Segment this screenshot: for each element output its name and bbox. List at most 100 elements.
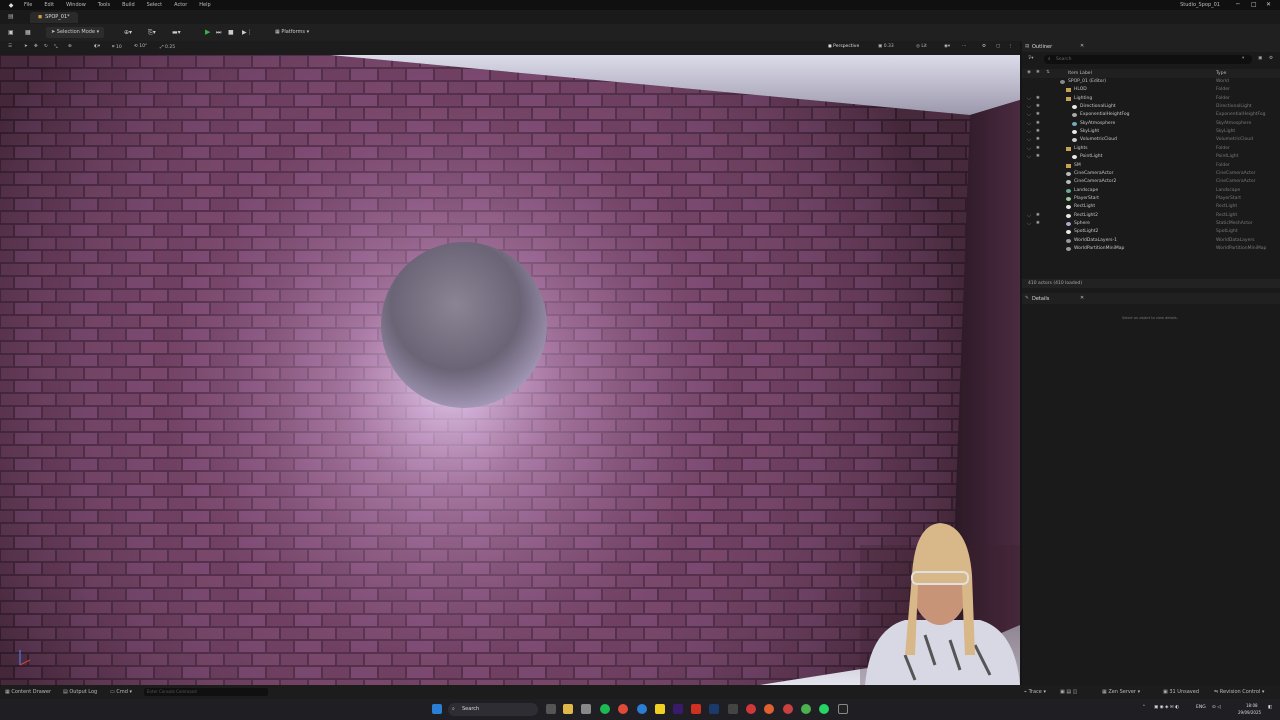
- unsaved-button[interactable]: ▣ 31 Unsaved: [1163, 689, 1199, 695]
- outliner-row[interactable]: WorldDataLayers-1 WorldDataLayers: [1022, 237, 1280, 245]
- whatsapp-icon[interactable]: [819, 704, 829, 714]
- move-tool-icon[interactable]: ✥: [34, 44, 38, 49]
- viewport-options-icon[interactable]: ⋮: [1008, 44, 1013, 49]
- settings-icon[interactable]: ⚙: [982, 44, 986, 49]
- rotate-tool-icon[interactable]: ↻: [44, 44, 48, 49]
- visibility-eye-icon[interactable]: ◡: [1027, 111, 1031, 119]
- camera-speed-button[interactable]: ▣ 0.33: [878, 44, 894, 49]
- app-icon-2[interactable]: [746, 704, 756, 714]
- visibility-eye-icon[interactable]: ◡: [1027, 153, 1031, 161]
- content-drawer-button[interactable]: ▦ Content Drawer: [5, 689, 51, 695]
- outliner-row[interactable]: SpotLight2 SpotLight: [1022, 228, 1280, 236]
- pin-icon[interactable]: ✱: [1036, 153, 1040, 161]
- menu-actor[interactable]: Actor: [174, 2, 187, 8]
- chrome-icon[interactable]: [618, 704, 628, 714]
- clock-date[interactable]: 29/09/2025: [1238, 710, 1261, 715]
- outliner-row[interactable]: CineCameraActor2 CineCameraActor: [1022, 178, 1280, 186]
- photoshop-icon[interactable]: [709, 704, 719, 714]
- pin-icon[interactable]: ✱: [1036, 103, 1040, 111]
- outliner-row[interactable]: ◡ ✱ ExponentialHeightFog ExponentialHeightF…: [1022, 111, 1280, 119]
- outliner-row[interactable]: ◡ ✱ Lights Folder: [1022, 145, 1280, 153]
- filter-icon[interactable]: ⊽▾: [1028, 56, 1034, 61]
- outliner-row[interactable]: ◡ ✱ Sphere StaticMeshActor: [1022, 220, 1280, 228]
- launch-icon[interactable]: ▶⋮: [242, 27, 253, 38]
- visibility-eye-icon[interactable]: ◡: [1027, 212, 1031, 220]
- outliner-row[interactable]: ◡ ✱ SkyLight SkyLight: [1022, 128, 1280, 136]
- app-icon-5[interactable]: [801, 704, 811, 714]
- save-icon[interactable]: ▣: [8, 27, 14, 38]
- outliner-row[interactable]: SM Folder: [1022, 162, 1280, 170]
- tab-level[interactable]: ◼ SPOP_01*: [30, 12, 78, 23]
- pin-icon[interactable]: ✱: [1036, 120, 1040, 128]
- menu-tools[interactable]: Tools: [98, 2, 110, 8]
- file-explorer-icon[interactable]: [563, 704, 573, 714]
- revision-control-button[interactable]: ⇋ Revision Control ▾: [1214, 689, 1264, 695]
- unreal-taskbar-icon[interactable]: [838, 704, 848, 714]
- cinematics-icon[interactable]: ▬▾: [172, 27, 181, 38]
- col-type[interactable]: Type: [1216, 71, 1226, 76]
- show-icon[interactable]: ◉▾: [944, 44, 950, 49]
- tools-icon[interactable]: [728, 704, 738, 714]
- close-window-icon[interactable]: ✕: [1266, 1, 1271, 8]
- sticky-notes-icon[interactable]: [655, 704, 665, 714]
- tray-overflow-icon[interactable]: ⌃: [1142, 705, 1146, 710]
- notifications-icon[interactable]: ◧: [1268, 705, 1272, 710]
- content-icon[interactable]: ▦: [25, 27, 31, 38]
- outliner-row[interactable]: PlayerStart PlayerStart: [1022, 195, 1280, 203]
- step-icon[interactable]: ⏭: [216, 27, 221, 38]
- surface-snap-icon[interactable]: ◐▾: [94, 44, 100, 49]
- pin-icon[interactable]: ✱: [1036, 136, 1040, 144]
- minimize-icon[interactable]: ─: [1236, 1, 1240, 8]
- menu-help[interactable]: Help: [199, 2, 210, 8]
- scale-snap-icon[interactable]: ⤢ 0.25: [160, 44, 175, 50]
- outliner-row[interactable]: ◡ ✱ DirectionalLight DirectionalLight: [1022, 103, 1280, 111]
- outliner-settings-icon[interactable]: ⚙: [1269, 56, 1273, 61]
- visibility-eye-icon[interactable]: ◡: [1027, 103, 1031, 111]
- visibility-column-icon[interactable]: ◉: [1027, 70, 1031, 75]
- maximize-icon[interactable]: □: [1251, 1, 1257, 8]
- menu-edit[interactable]: Edit: [44, 2, 54, 8]
- maximize-viewport-icon[interactable]: ▢: [996, 44, 1000, 49]
- spotify-icon[interactable]: [600, 704, 610, 714]
- outliner-row[interactable]: HLOD Folder: [1022, 86, 1280, 94]
- output-log-button[interactable]: ▤ Output Log: [63, 689, 97, 695]
- pin-icon[interactable]: ✱: [1036, 95, 1040, 103]
- adobe-icon[interactable]: [691, 704, 701, 714]
- outliner-row[interactable]: Landscape Landscape: [1022, 187, 1280, 195]
- visibility-eye-icon[interactable]: ◡: [1027, 95, 1031, 103]
- outliner-row[interactable]: CineCameraActor CineCameraActor: [1022, 170, 1280, 178]
- outliner-row[interactable]: ◡ ✱ VolumetricCloud VolumetricCloud: [1022, 136, 1280, 144]
- menu-select[interactable]: Select: [147, 2, 162, 8]
- after-effects-icon[interactable]: [673, 704, 683, 714]
- realtime-icon[interactable]: ⋯: [962, 44, 967, 49]
- clock-time[interactable]: 18:08: [1246, 703, 1258, 708]
- perspective-button[interactable]: ◼ Perspective: [828, 44, 859, 49]
- menu-file[interactable]: File: [24, 2, 32, 8]
- outliner-row[interactable]: WorldPartitionMiniMap WorldPartitionMiniM…: [1022, 245, 1280, 253]
- details-close-icon[interactable]: ✕: [1080, 295, 1084, 301]
- pin-icon[interactable]: ✱: [1036, 111, 1040, 119]
- visibility-eye-icon[interactable]: ◡: [1027, 136, 1031, 144]
- outliner-row[interactable]: ◡ ✱ Lighting Folder: [1022, 95, 1280, 103]
- rot-snap-icon[interactable]: ⟲ 10°: [134, 44, 147, 49]
- task-view-icon[interactable]: [546, 704, 556, 714]
- tray-icons[interactable]: ▣ ◉ ◈ ✉ ◐: [1154, 705, 1179, 710]
- visibility-eye-icon[interactable]: ◡: [1027, 145, 1031, 153]
- play-icon[interactable]: ▶: [205, 27, 210, 38]
- add-actor-icon[interactable]: ⊕▾: [124, 27, 132, 38]
- visibility-eye-icon[interactable]: ◡: [1027, 120, 1031, 128]
- scene-render[interactable]: [0, 55, 1020, 685]
- pin-column-icon[interactable]: ✱: [1036, 70, 1040, 75]
- language-indicator[interactable]: ENG: [1196, 705, 1206, 710]
- level-viewport[interactable]: [0, 55, 1020, 685]
- taskbar-search[interactable]: ⌕ Search: [448, 703, 538, 716]
- select-tool-icon[interactable]: ➤: [24, 44, 28, 49]
- scale-tool-icon[interactable]: ⤡: [54, 44, 58, 50]
- start-icon[interactable]: [432, 704, 442, 714]
- zen-server-button[interactable]: ▦ Zen Server ▾: [1102, 689, 1140, 695]
- selection-mode-button[interactable]: ➤ Selection Mode ▾: [46, 27, 105, 38]
- menu-window[interactable]: Window: [66, 2, 86, 8]
- outliner-row[interactable]: ◡ ✱ PointLight PointLight: [1022, 153, 1280, 161]
- outliner-close-icon[interactable]: ✕: [1080, 43, 1084, 49]
- search-dropdown-icon[interactable]: ▾: [1242, 56, 1244, 61]
